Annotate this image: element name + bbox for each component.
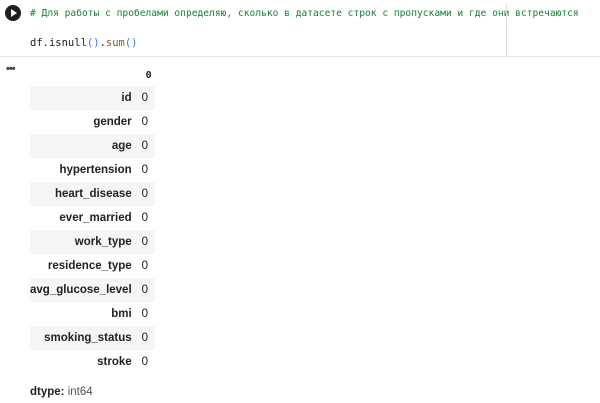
- table-row: smoking_status 0: [30, 326, 155, 350]
- row-label: ever_married: [59, 212, 132, 224]
- cell-divider: [0, 56, 600, 57]
- table-row: bmi 0: [30, 302, 155, 326]
- table-row: id 0: [30, 86, 155, 110]
- output-table: 0 id 0 gender 0 age 0 hypertension 0 heart_disea…: [30, 64, 155, 374]
- row-label: id: [30, 86, 142, 110]
- table-row: residence_type 0: [30, 254, 155, 278]
- table-row: work_type 0: [30, 230, 155, 254]
- table-row: avg_glucose_level 0: [30, 278, 155, 302]
- row-value: 0: [141, 212, 149, 224]
- output-menu-icon[interactable]: •••: [6, 63, 16, 75]
- code-object: df.isnull: [30, 37, 87, 49]
- row-value: 0: [141, 182, 155, 206]
- table-row: gender 0: [30, 110, 155, 134]
- table-row: stroke 0: [30, 350, 155, 374]
- row-value: 0: [141, 164, 149, 176]
- code-paren: (): [124, 37, 138, 49]
- row-value: 0: [141, 86, 155, 110]
- code-function: sum: [105, 37, 125, 49]
- row-label: stroke: [97, 356, 132, 368]
- row-value: 0: [141, 260, 149, 272]
- row-label: avg_glucose_level: [30, 278, 142, 302]
- table-row: hypertension 0: [30, 158, 155, 182]
- row-value: 0: [141, 116, 149, 128]
- run-cell-button[interactable]: [5, 5, 21, 21]
- dtype-value: int64: [67, 386, 93, 398]
- row-label: hypertension: [59, 164, 132, 176]
- row-value: 0: [141, 134, 155, 158]
- row-label: bmi: [111, 308, 132, 320]
- row-label: age: [30, 134, 142, 158]
- table-row: ever_married 0: [30, 206, 155, 230]
- row-label: residence_type: [47, 260, 132, 272]
- row-value: 0: [141, 278, 155, 302]
- ruler-line: [506, 4, 507, 56]
- row-label: gender: [93, 116, 132, 128]
- column-header: 0: [145, 69, 152, 81]
- code-comment: # Для работы с пробелами определяю, скол…: [30, 8, 579, 19]
- row-value: 0: [141, 230, 155, 254]
- row-value: 0: [141, 326, 155, 350]
- table-row: heart_disease 0: [30, 182, 155, 206]
- dtype-label: dtype:: [30, 386, 65, 398]
- row-value: 0: [141, 356, 149, 368]
- table-row: age 0: [30, 134, 155, 158]
- index-header: [30, 64, 142, 86]
- code-paren: (): [86, 37, 100, 49]
- dtype-info: dtype: int64: [30, 386, 93, 398]
- row-label: smoking_status: [30, 326, 142, 350]
- code-line[interactable]: df.isnull().sum(): [30, 37, 138, 49]
- row-label: work_type: [30, 230, 142, 254]
- row-label: heart_disease: [30, 182, 142, 206]
- row-value: 0: [141, 308, 149, 320]
